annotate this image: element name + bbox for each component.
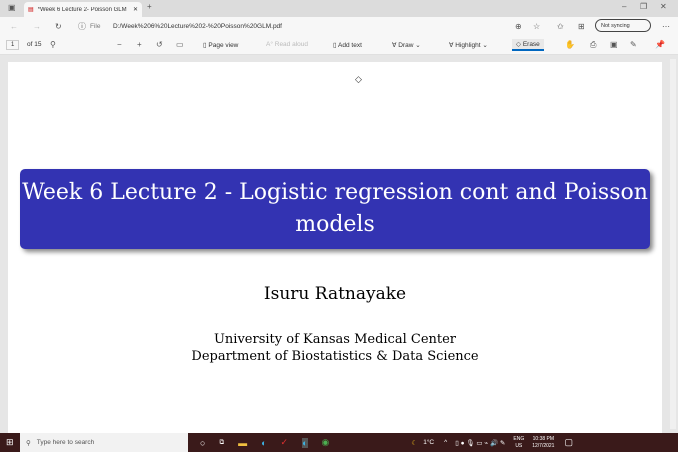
tab-bar: ▣ ▤ *Week 6 Lecture 2- Poisson GLM ✕ + –…	[0, 0, 678, 17]
page-count: of 15	[27, 41, 42, 48]
language-indicator[interactable]: ENG US	[513, 436, 524, 450]
browser-tab[interactable]: ▤ *Week 6 Lecture 2- Poisson GLM ✕	[24, 2, 142, 17]
fit-page-icon[interactable]: ▭	[176, 40, 184, 49]
pdf-viewer: ◇ Week 6 Lecture 2 - Logistic regression…	[0, 55, 678, 433]
search-icon: ⚲	[26, 439, 31, 447]
time: 10:38 PM	[532, 435, 555, 442]
save-icon[interactable]: ▣	[610, 40, 618, 49]
app-icon[interactable]: ✓	[281, 437, 289, 448]
close-window-icon[interactable]: ✕	[660, 2, 667, 11]
search-icon[interactable]: ⚲	[50, 40, 56, 49]
page-view-button[interactable]: ▯ Page view	[203, 41, 238, 49]
rotate-icon[interactable]: ↺	[156, 40, 163, 49]
draw-button[interactable]: ∀ Draw ⌄	[392, 41, 421, 49]
favorites-icon[interactable]: ✩	[557, 22, 564, 31]
tray-icons[interactable]: ▯ ● 🎙 ▭ ⌁ 🔊 ✎	[455, 439, 505, 447]
windows-start-icon[interactable]: ⊞	[6, 437, 14, 448]
temperature: 1°C	[423, 439, 435, 446]
highlight-label: Highlight	[455, 41, 481, 49]
slide-title-banner: Week 6 Lecture 2 - Logistic regression c…	[20, 169, 650, 249]
new-tab-icon[interactable]: +	[147, 2, 152, 11]
read-aloud-label: Read aloud	[274, 41, 308, 48]
weather-icon: ☾	[411, 439, 418, 447]
pdf-page: ◇ Week 6 Lecture 2 - Logistic regression…	[8, 62, 662, 433]
save-as-icon[interactable]: ✎	[630, 40, 637, 49]
page-view-label: Page view	[208, 41, 239, 49]
lang: ENG	[513, 435, 525, 442]
erase-label: Erase	[522, 40, 540, 48]
file-explorer-icon[interactable]: ▬	[238, 438, 247, 448]
more-icon[interactable]: ⋯	[662, 22, 670, 31]
pdf-toolbar: 1 of 15 ⚲ − + ↺ ▭ ▯ Page view A° Read al…	[0, 35, 678, 55]
eraser-cursor-icon: ◇	[355, 74, 362, 84]
cortana-icon[interactable]: ○	[200, 438, 205, 448]
tab-actions-icon[interactable]: ▣	[8, 3, 16, 12]
slide-affiliation-1: University of Kansas Medical Center	[213, 332, 457, 347]
edge-active-icon[interactable]: ◐	[302, 437, 308, 448]
search-placeholder: Type here to search	[36, 439, 95, 446]
pin-toolbar-icon[interactable]: 📌	[655, 40, 665, 49]
slide-author: Isuru Ratnayake	[263, 284, 407, 304]
read-aloud-button[interactable]: A° Read aloud	[266, 41, 308, 48]
highlight-button[interactable]: ∀ Highlight ⌄	[449, 41, 488, 49]
close-tab-icon[interactable]: ✕	[133, 6, 138, 13]
region: US	[515, 442, 523, 449]
date: 12/7/2021	[532, 442, 555, 449]
pdf-icon: ▤	[28, 7, 34, 13]
tab-title: *Week 6 Lecture 2- Poisson GLM	[37, 6, 127, 13]
minimize-icon[interactable]: –	[622, 2, 626, 11]
taskbar-search[interactable]: ⚲ Type here to search	[20, 433, 188, 452]
favorite-add-icon[interactable]: ☆	[533, 22, 540, 31]
print-icon[interactable]: ⎙	[590, 40, 596, 50]
url-input[interactable]: D:/Week%206%20Lecture%202-%20Poisson%20G…	[113, 23, 282, 30]
task-view-icon[interactable]: ⧉	[219, 439, 224, 447]
app-green-icon[interactable]: ◉	[322, 437, 330, 448]
notifications-icon[interactable]: ▢	[564, 437, 573, 448]
edge-icon[interactable]: ◐	[261, 438, 266, 448]
url-scheme: File	[90, 22, 101, 30]
tray-chevron-icon[interactable]: ^	[444, 439, 447, 446]
slide-title: Week 6 Lecture 2 - Logistic regression c…	[22, 180, 648, 237]
slide-affiliation-2: Department of Biostatistics & Data Scien…	[191, 349, 479, 364]
zoom-in-icon[interactable]: +	[137, 40, 142, 49]
draw-label: Draw	[398, 41, 414, 49]
page-number-input[interactable]: 1	[6, 39, 20, 50]
add-text-button[interactable]: ▯ Add text	[333, 41, 362, 49]
taskbar: ⊞ ⚲ Type here to search ○ ⧉ ▬ ◐ ✓ ◐ ◉ ☾ 1…	[0, 433, 678, 452]
refresh-icon[interactable]: ↻	[55, 22, 62, 31]
restore-icon[interactable]: ❐	[640, 2, 647, 11]
sync-label: Not syncing	[601, 23, 630, 29]
touch-write-icon[interactable]: ✋	[565, 40, 575, 49]
zoom-icon[interactable]: ⊕	[515, 22, 522, 31]
info-icon: ⓘ	[78, 21, 86, 31]
add-text-label: Add text	[338, 41, 362, 49]
scrollbar[interactable]	[670, 59, 676, 429]
collections-icon[interactable]: ⊞	[578, 22, 585, 31]
forward-icon[interactable]: →	[33, 22, 41, 31]
back-icon[interactable]: ←	[10, 22, 18, 31]
erase-button[interactable]: ◇ Erase	[512, 38, 544, 51]
address-bar: ← → ↻ ⓘ File D:/Week%206%20Lecture%202-%…	[0, 17, 678, 35]
zoom-out-icon[interactable]: −	[117, 40, 122, 49]
sync-button[interactable]: Not syncing	[595, 19, 651, 32]
clock[interactable]: 10:38 PM 12/7/2021	[532, 436, 554, 450]
